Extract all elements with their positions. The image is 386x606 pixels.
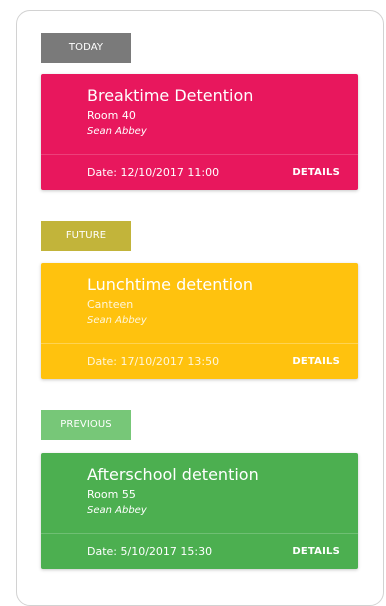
details-button[interactable]: DETAILS (292, 545, 340, 559)
detention-title: Lunchtime detention (87, 275, 253, 294)
section-tag-today: TODAY (41, 33, 131, 63)
section-tag-future: FUTURE (41, 221, 131, 251)
detention-title: Afterschool detention (87, 465, 259, 484)
detention-location: Canteen (87, 298, 134, 311)
card-divider (41, 343, 358, 344)
detention-title: Breaktime Detention (87, 86, 254, 105)
detention-date: Date: 17/10/2017 13:50 (87, 355, 220, 368)
details-button[interactable]: DETAILS (292, 355, 340, 369)
detention-staff: Sean Abbey (87, 126, 147, 137)
section-tag-previous: PREVIOUS (41, 410, 131, 440)
card-divider (41, 154, 358, 155)
detention-card-previous[interactable]: Afterschool detention Room 55 Sean Abbey… (41, 453, 358, 569)
details-button[interactable]: DETAILS (292, 166, 340, 180)
detention-card-future[interactable]: Lunchtime detention Canteen Sean Abbey D… (41, 263, 358, 379)
detention-location: Room 55 (87, 488, 136, 501)
detention-staff: Sean Abbey (87, 505, 147, 516)
detention-staff: Sean Abbey (87, 315, 147, 326)
detention-date: Date: 12/10/2017 11:00 (87, 166, 220, 179)
detention-location: Room 40 (87, 109, 136, 122)
detention-card-today[interactable]: Breaktime Detention Room 40 Sean Abbey D… (41, 74, 358, 190)
card-divider (41, 533, 358, 534)
detention-date: Date: 5/10/2017 15:30 (87, 545, 213, 558)
